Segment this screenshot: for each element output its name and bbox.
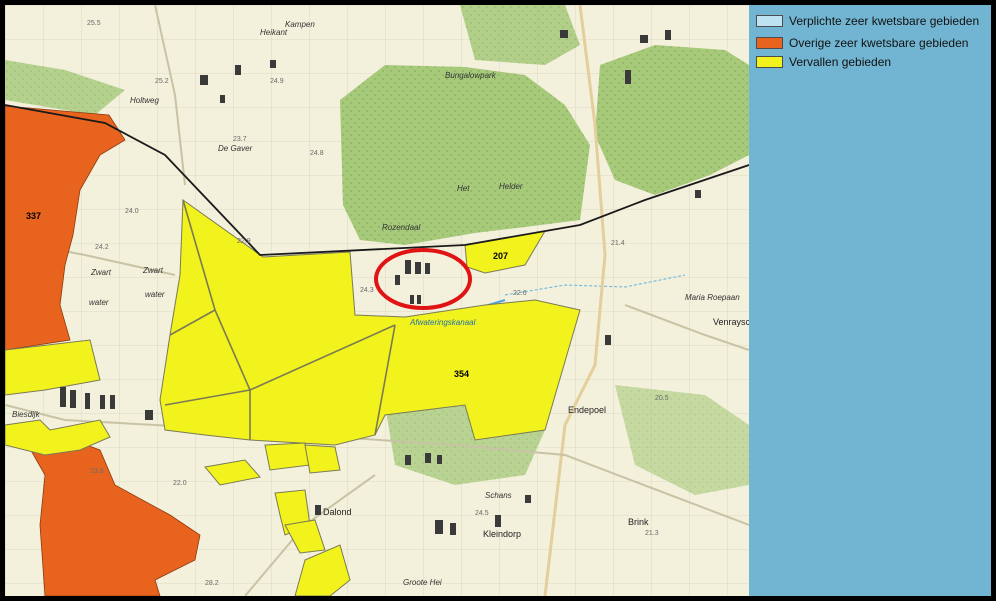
place-helder: Helder — [499, 182, 523, 191]
place-endepoel: Endepoel — [568, 405, 606, 415]
legend-swatch-verplichte — [756, 15, 783, 27]
elevation-label: 22.6 — [513, 290, 527, 297]
place-holtweg: Holtweg — [130, 96, 159, 105]
elevation-label: 21.3 — [645, 530, 659, 537]
elevation-label: 24.2 — [95, 244, 109, 251]
map-view[interactable]: 337 354 207 De Gaver Zwart water Zwart w… — [5, 5, 749, 596]
elevation-label: 23.7 — [233, 136, 247, 143]
elevation-label: 21.4 — [611, 240, 625, 247]
place-zwart-2: Zwart — [142, 266, 164, 275]
area-label-207: 207 — [493, 251, 508, 261]
place-kampen: Kampen — [285, 20, 315, 29]
elevation-label: 22.0 — [173, 480, 187, 487]
legend-item-overige: Overige zeer kwetsbare gebieden — [756, 35, 968, 51]
vervallen-area-south-2 — [264, 442, 311, 471]
elevation-label: 24.9 — [270, 78, 284, 85]
place-rozendaal: Rozendaal — [382, 223, 420, 232]
legend-swatch-overige — [756, 37, 783, 49]
legend-swatch-vervallen — [756, 56, 783, 68]
place-afwatering: Afwateringskanaal — [409, 318, 476, 327]
place-zwart-1: Zwart — [90, 268, 112, 277]
place-brink: Brink — [628, 517, 649, 527]
elevation-label: 22.9 — [237, 238, 251, 245]
elevation-label: 24.3 — [360, 287, 374, 294]
legend-item-vervallen: Vervallen gebieden — [756, 54, 891, 70]
place-heikant: Heikant — [260, 28, 288, 37]
elevation-label: 25.2 — [155, 78, 169, 85]
place-water-2: water — [145, 290, 165, 299]
elevation-label: 24.0 — [125, 208, 139, 215]
legend-panel: Verplichte zeer kwetsbare gebieden Overi… — [749, 5, 991, 596]
elevation-label: 23.8 — [90, 468, 104, 475]
place-kleindorp: Kleindorp — [483, 529, 521, 539]
legend-label-vervallen: Vervallen gebieden — [789, 55, 892, 69]
legend-label-verplichte: Verplichte zeer kwetsbare gebieden — [789, 14, 980, 28]
place-de-gaver: De Gaver — [218, 144, 253, 153]
place-groote-hei: Groote Hei — [403, 578, 442, 587]
area-label-337: 337 — [26, 211, 41, 221]
place-venraysche: Venraysche — [713, 317, 749, 327]
elevation-label: 28.2 — [205, 580, 219, 587]
elevation-label: 20.5 — [655, 395, 669, 402]
vervallen-area-south-3 — [304, 444, 341, 474]
place-bungalowpark: Bungalowpark — [445, 71, 497, 80]
elevation-label: 24.5 — [475, 510, 489, 517]
elevation-label: 25.5 — [87, 20, 101, 27]
legend-item-verplichte: Verplichte zeer kwetsbare gebieden — [756, 13, 979, 29]
place-het: Het — [457, 184, 470, 193]
place-maria-roepaan: Maria Roepaan — [685, 293, 740, 302]
place-dalond: Dalond — [323, 507, 352, 517]
place-biesdijk: Biesdijk — [12, 410, 41, 419]
elevation-label: 24.8 — [310, 150, 324, 157]
legend-label-overige: Overige zeer kwetsbare gebieden — [789, 36, 969, 50]
place-schans: Schans — [485, 491, 512, 500]
area-label-354: 354 — [454, 369, 469, 379]
place-water-1: water — [89, 298, 109, 307]
